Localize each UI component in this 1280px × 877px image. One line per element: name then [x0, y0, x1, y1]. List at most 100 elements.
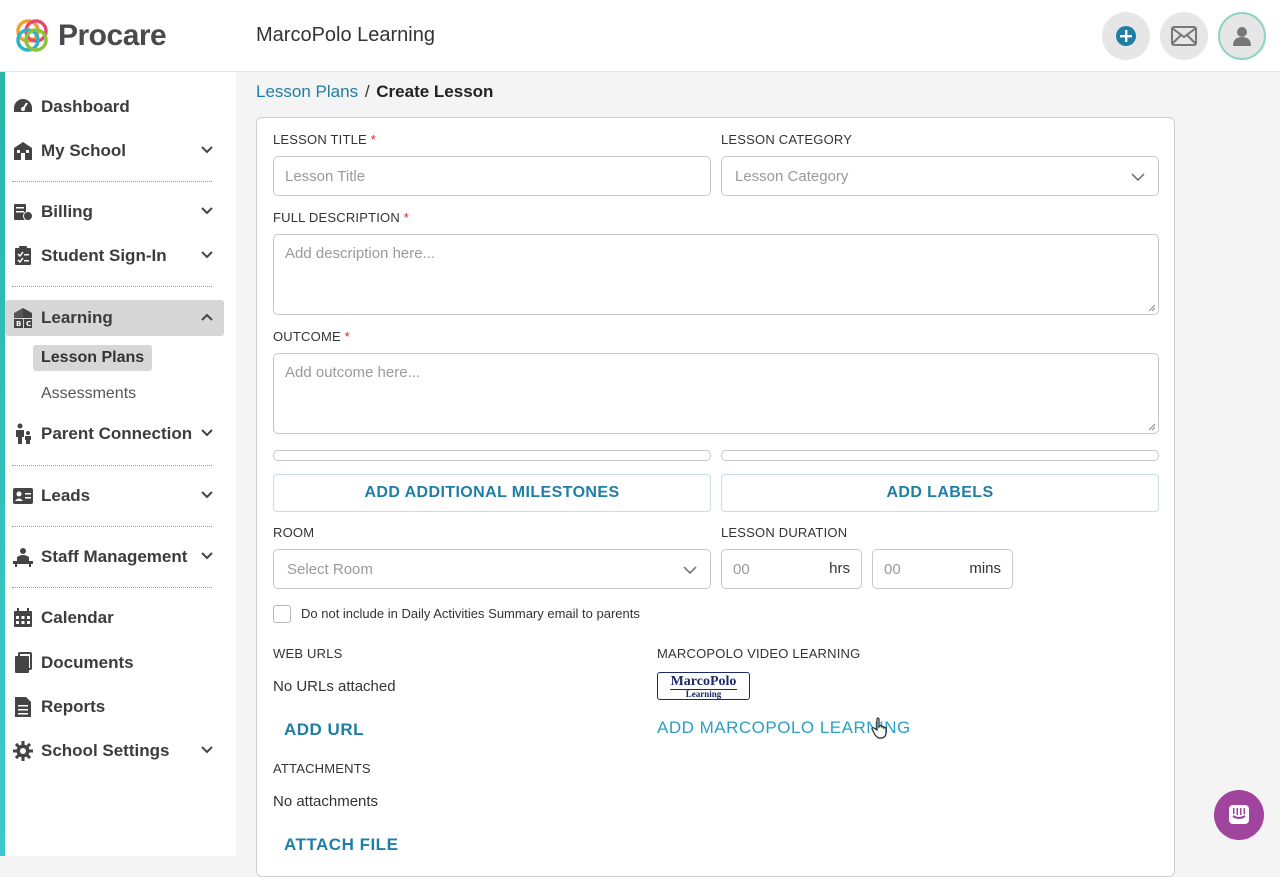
- lesson-category-select[interactable]: Lesson Category: [721, 156, 1159, 196]
- outcome-textarea[interactable]: Add outcome here...: [273, 353, 1159, 434]
- required-mark: *: [370, 132, 376, 147]
- resize-handle-icon[interactable]: [1148, 304, 1156, 312]
- family-icon: [16, 423, 31, 444]
- chevron-down-icon: [201, 746, 213, 754]
- breadcrumb: Lesson Plans / Create Lesson: [256, 82, 493, 102]
- id-card-icon: [13, 488, 33, 504]
- chevron-down-icon: [201, 146, 213, 154]
- chevron-down-icon: [201, 491, 213, 499]
- sidebar-item-label: Documents: [41, 653, 134, 672]
- checklist-icon: [15, 246, 31, 265]
- sidebar-item-learning[interactable]: BC Learning: [5, 300, 224, 336]
- sidebar-item-student-sign-in[interactable]: Student Sign-In: [12, 238, 224, 274]
- sidebar-item-school-settings[interactable]: School Settings: [12, 733, 224, 769]
- milestones-field[interactable]: [273, 450, 711, 461]
- sidebar-item-calendar[interactable]: Calendar: [12, 600, 224, 636]
- procare-logo-icon: [16, 19, 48, 52]
- outcome-placeholder: Add outcome here...: [285, 364, 421, 381]
- description-label: FULL DESCRIPTION *: [273, 210, 410, 225]
- marcopolo-logo-subtitle: Learning: [670, 689, 737, 699]
- labels-field[interactable]: [721, 450, 1159, 461]
- description-textarea[interactable]: Add description here...: [273, 234, 1159, 315]
- add-url-button[interactable]: ADD URL: [284, 720, 364, 740]
- breadcrumb-separator: /: [364, 82, 370, 101]
- exclude-email-checkbox[interactable]: [273, 605, 291, 623]
- lesson-category-placeholder: Lesson Category: [735, 167, 849, 185]
- billing-icon: [14, 204, 33, 221]
- sidebar-item-label: Parent Connection: [41, 424, 193, 443]
- lesson-title-placeholder: Lesson Title: [285, 167, 366, 185]
- sidebar-subitem-assessments[interactable]: Assessments: [33, 381, 144, 407]
- sidebar-item-billing[interactable]: Billing: [12, 194, 224, 230]
- add-button[interactable]: [1102, 12, 1150, 60]
- hours-placeholder: 00: [733, 560, 750, 578]
- create-lesson-form: LESSON TITLE * Lesson Title LESSON CATEG…: [256, 117, 1175, 877]
- lesson-title-label: LESSON TITLE *: [273, 132, 376, 147]
- procare-logo[interactable]: Procare: [12, 16, 167, 56]
- sidebar-divider: [12, 181, 212, 182]
- web-urls-label: WEB URLS: [273, 646, 343, 661]
- chat-launcher-button[interactable]: [1214, 790, 1264, 840]
- sidebar-divider: [12, 465, 212, 466]
- duration-hours-input[interactable]: 00 hrs: [721, 549, 862, 589]
- sidebar-item-staff-management[interactable]: Staff Management: [12, 539, 224, 575]
- chevron-down-icon: [201, 251, 213, 259]
- sidebar-divider: [12, 587, 212, 588]
- avatar-button[interactable]: [1218, 12, 1266, 60]
- duration-minutes-input[interactable]: 00 mins: [872, 549, 1013, 589]
- sidebar-divider: [12, 286, 212, 287]
- lesson-category-label: LESSON CATEGORY: [721, 132, 853, 147]
- lesson-duration-label: LESSON DURATION: [721, 525, 848, 540]
- chevron-down-icon: [1131, 173, 1145, 182]
- marcopolo-logo: MarcoPolo Learning: [657, 672, 750, 700]
- sidebar-item-label: Staff Management: [41, 547, 188, 566]
- hours-unit: hrs: [829, 560, 850, 577]
- chevron-up-icon: [201, 313, 213, 321]
- svg-text:C: C: [26, 320, 31, 328]
- dashboard-icon: [14, 99, 32, 112]
- sidebar-item-dashboard[interactable]: Dashboard: [12, 89, 224, 125]
- chevron-down-icon: [683, 566, 697, 575]
- sidebar-item-label: Learning: [41, 308, 113, 327]
- room-select[interactable]: Select Room: [273, 549, 711, 589]
- breadcrumb-lesson-plans-link[interactable]: Lesson Plans: [256, 82, 358, 101]
- brand-name: Procare: [58, 19, 167, 52]
- envelope-icon: [1171, 26, 1197, 46]
- sidebar-item-documents[interactable]: Documents: [12, 645, 224, 681]
- messages-button[interactable]: [1160, 12, 1208, 60]
- sidebar-item-my-school[interactable]: My School: [12, 133, 224, 169]
- resize-handle-icon[interactable]: [1148, 423, 1156, 431]
- svg-text:B: B: [16, 320, 21, 328]
- required-mark: *: [344, 329, 350, 344]
- sidebar-item-label: Student Sign-In: [41, 246, 167, 265]
- sidebar-item-reports[interactable]: Reports: [12, 689, 224, 725]
- school-name: MarcoPolo Learning: [256, 24, 435, 46]
- minutes-placeholder: 00: [884, 560, 901, 578]
- chat-icon: [1229, 805, 1249, 824]
- sidebar-item-label: Dashboard: [41, 97, 130, 116]
- lesson-title-input[interactable]: Lesson Title: [273, 156, 711, 196]
- attach-file-button[interactable]: ATTACH FILE: [284, 835, 398, 855]
- add-labels-button[interactable]: ADD LABELS: [721, 474, 1159, 512]
- breadcrumb-current: Create Lesson: [376, 82, 494, 101]
- sidebar-item-label: Calendar: [41, 608, 114, 627]
- room-label: ROOM: [273, 525, 315, 540]
- sidebar-item-label: Leads: [41, 486, 91, 505]
- add-milestones-button[interactable]: ADD ADDITIONAL MILESTONES: [273, 474, 711, 512]
- report-icon: [15, 697, 31, 717]
- gear-icon: [13, 741, 33, 761]
- sidebar-item-parent-connection[interactable]: Parent Connection: [12, 416, 224, 452]
- minutes-unit: mins: [969, 560, 1001, 577]
- sidebar-subitem-lesson-plans[interactable]: Lesson Plans: [33, 345, 153, 371]
- exclude-email-label: Do not include in Daily Activities Summa…: [301, 606, 640, 621]
- sidebar-item-label: School Settings: [41, 741, 170, 760]
- sidebar-item-label: My School: [41, 141, 127, 160]
- sidebar-divider: [12, 526, 212, 527]
- sidebar-item-label: Billing: [41, 202, 93, 221]
- description-placeholder: Add description here...: [285, 245, 436, 262]
- sidebar-item-label: Reports: [41, 697, 106, 716]
- staff-icon: [13, 548, 33, 567]
- sidebar-item-leads[interactable]: Leads: [12, 478, 224, 514]
- school-icon: [14, 142, 32, 160]
- no-urls-text: No URLs attached: [273, 678, 396, 695]
